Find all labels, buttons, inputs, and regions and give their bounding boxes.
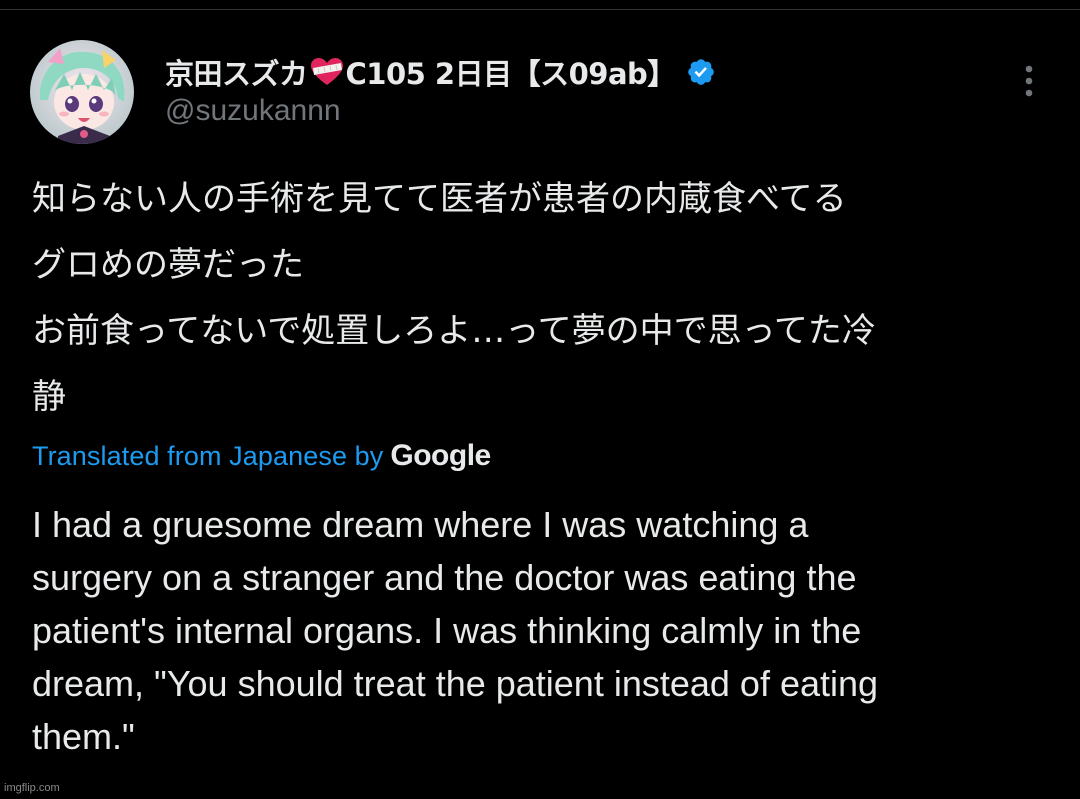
- translated-from-link[interactable]: Translated from Japanese by: [32, 441, 383, 472]
- google-logo: Google: [390, 439, 491, 472]
- translated-text-line: I had a gruesome dream where I was watch…: [32, 504, 809, 545]
- author-name-row[interactable]: 京田スズカ C105 2日目【ス09ab】: [165, 50, 990, 94]
- translated-text-line: surgery on a stranger and the doctor was…: [32, 557, 857, 598]
- translated-text-line: dream, "You should treat the patient ins…: [32, 663, 879, 704]
- imgflip-watermark: imgflip.com: [4, 782, 60, 794]
- author-display-name[interactable]: 京田スズカ: [165, 51, 308, 93]
- bandaged-heart-icon: [310, 57, 344, 87]
- more-vertical-icon[interactable]: [1015, 62, 1043, 102]
- verified-badge-icon[interactable]: [686, 57, 716, 87]
- original-text-line: 静: [32, 377, 66, 417]
- tweet-header: 京田スズカ C105 2日目【ス09ab】 @suzukannn: [165, 50, 990, 128]
- avatar-image: [30, 40, 134, 144]
- tweet-original-text: 知らない人の手術を見てて医者が患者の内蔵食べてる グロめの夢だった お前食ってな…: [32, 166, 1062, 430]
- translated-text-line: them.": [32, 716, 135, 757]
- original-text-line: グロめの夢だった: [32, 245, 304, 285]
- translated-text-line: patient's internal organs. I was thinkin…: [32, 610, 862, 651]
- tweet-translated-text: I had a gruesome dream where I was watch…: [32, 498, 1062, 763]
- author-handle[interactable]: @suzukannn: [165, 94, 990, 128]
- avatar[interactable]: [30, 40, 134, 144]
- translation-attribution: Translated from Japanese by Google: [32, 436, 491, 476]
- top-divider: [0, 9, 1080, 10]
- author-name-suffix[interactable]: C105 2日目【ス09ab】: [346, 51, 677, 93]
- original-text-line: 知らない人の手術を見てて医者が患者の内蔵食べてる: [32, 179, 847, 219]
- original-text-line: お前食ってないで処置しろよ…って夢の中で思ってた冷: [32, 311, 876, 351]
